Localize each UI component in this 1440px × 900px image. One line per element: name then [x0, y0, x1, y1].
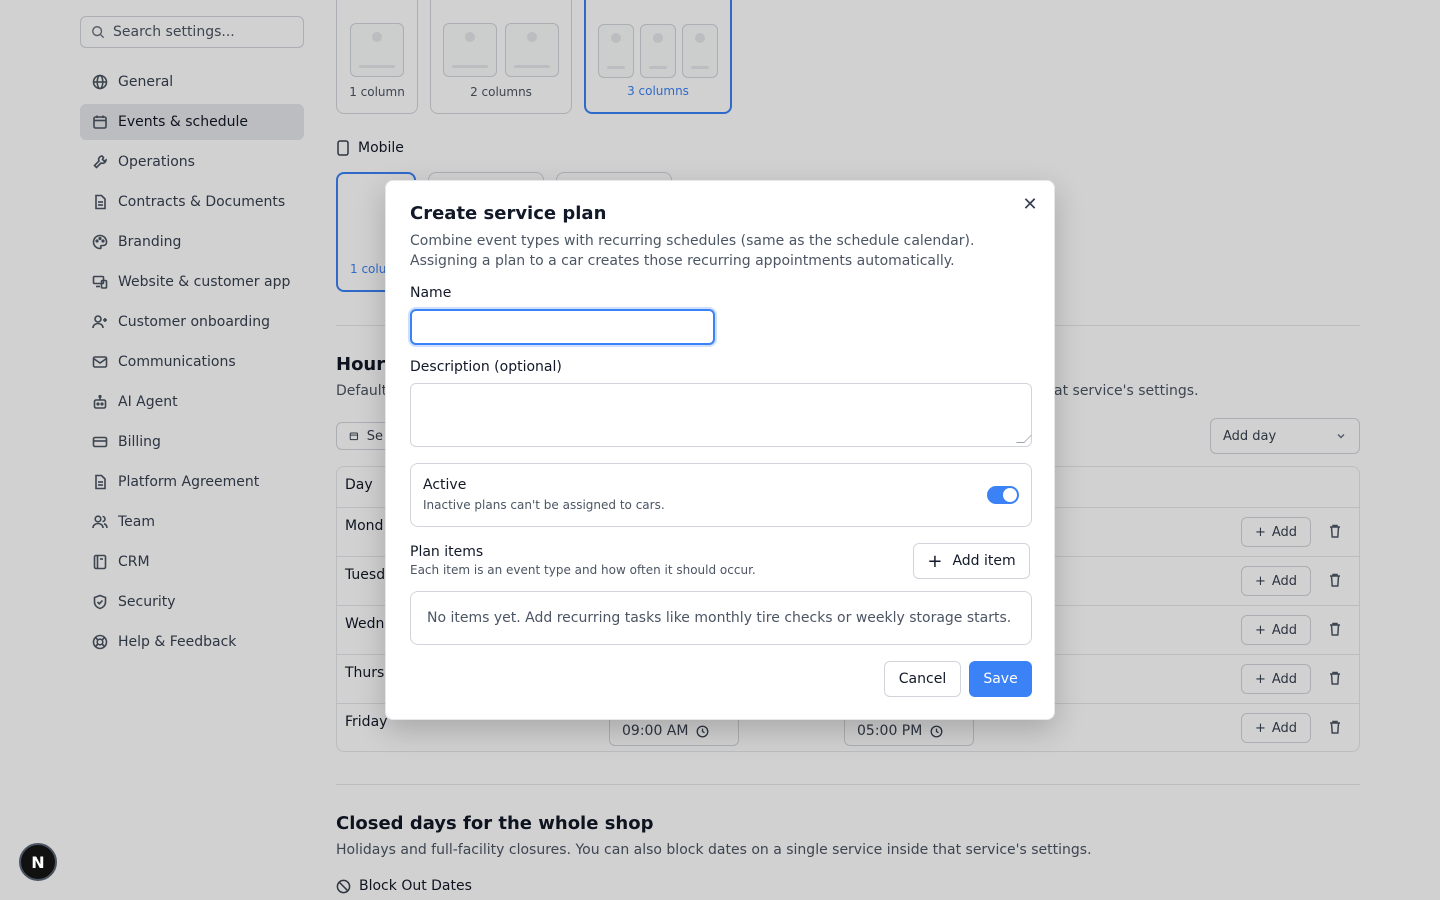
- close-icon[interactable]: ✕: [1022, 196, 1038, 214]
- add-item-button[interactable]: + Add item: [913, 543, 1030, 579]
- resize-handle[interactable]: [1016, 435, 1032, 443]
- app-badge-button[interactable]: N: [19, 843, 57, 881]
- active-setting: Active Inactive plans can't be assigned …: [410, 463, 1032, 527]
- app-badge-letter: N: [31, 852, 45, 872]
- active-toggle[interactable]: [987, 486, 1019, 504]
- save-button[interactable]: Save: [969, 661, 1032, 697]
- dialog-title: Create service plan: [410, 203, 607, 224]
- description-label: Description (optional): [410, 359, 562, 375]
- create-service-plan-dialog: ✕ Create service plan Combine event type…: [385, 180, 1055, 720]
- name-input[interactable]: [410, 309, 715, 345]
- plan-items-empty-state: No items yet. Add recurring tasks like m…: [410, 591, 1032, 645]
- cancel-button[interactable]: Cancel: [884, 661, 961, 697]
- name-label: Name: [410, 285, 452, 301]
- dialog-description: Combine event types with recurring sched…: [410, 233, 975, 269]
- plan-items-subtitle: Each item is an event type and how often…: [410, 563, 756, 577]
- plan-items-title: Plan items: [410, 544, 484, 560]
- active-subtitle: Inactive plans can't be assigned to cars…: [423, 498, 665, 512]
- active-title: Active: [423, 477, 467, 493]
- add-item-label: Add item: [952, 553, 1016, 569]
- plus-icon: +: [927, 550, 943, 572]
- description-textarea[interactable]: [410, 383, 1032, 447]
